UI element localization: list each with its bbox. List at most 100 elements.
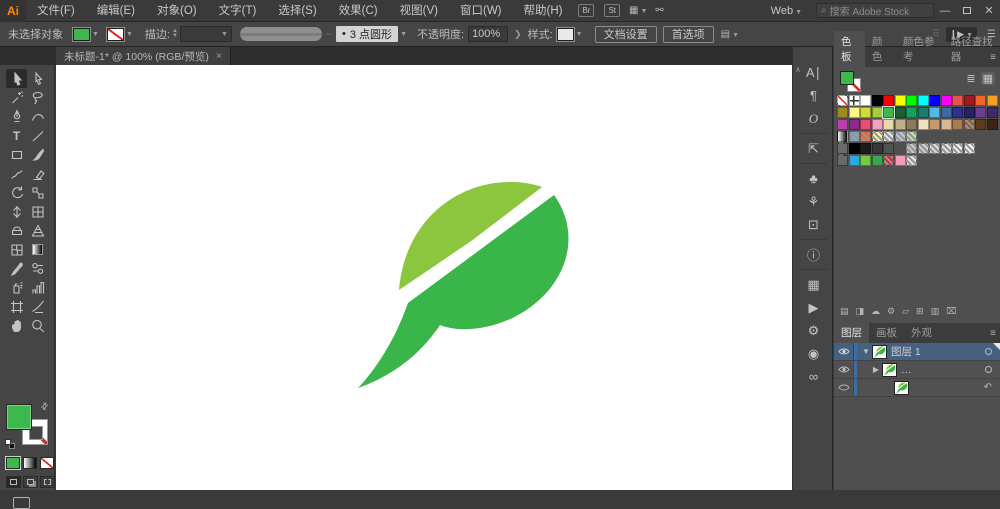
- swatch[interactable]: [906, 119, 917, 130]
- swap-fill-stroke-icon[interactable]: ⇄: [38, 400, 51, 413]
- draw-behind-button[interactable]: [23, 476, 38, 488]
- cc-libraries-panel-icon[interactable]: ◉: [793, 342, 834, 365]
- fill-indicator[interactable]: [6, 404, 32, 430]
- paintbrush-tool[interactable]: [27, 145, 48, 164]
- stroke-weight-field[interactable]: ▼: [179, 26, 232, 42]
- swatch-options-icon[interactable]: ⚙: [887, 306, 895, 317]
- pattern-swatch[interactable]: [906, 143, 917, 154]
- symbols-panel-icon[interactable]: ♣: [793, 167, 834, 190]
- swatch[interactable]: [917, 107, 929, 118]
- pattern-swatch[interactable]: [952, 143, 963, 154]
- swatch[interactable]: [848, 155, 860, 166]
- stroke-weight-stepper[interactable]: ▲ ▼: [172, 28, 178, 39]
- brush-definition-dropdown[interactable]: • 3 点圆形: [336, 26, 399, 42]
- menu-item-1[interactable]: 编辑(E): [86, 5, 146, 17]
- stock-search-input[interactable]: ⌕ 搜索 Adobe Stock: [816, 3, 934, 18]
- line-segment-tool[interactable]: [27, 126, 48, 145]
- pattern-swatch[interactable]: [917, 143, 929, 154]
- target-circle-icon[interactable]: [985, 348, 992, 355]
- path-name[interactable]: …: [901, 364, 912, 376]
- swatch[interactable]: [871, 143, 883, 154]
- pattern-swatch[interactable]: [894, 131, 906, 142]
- canvas-artboard[interactable]: [56, 65, 792, 490]
- pattern-swatch[interactable]: [963, 119, 975, 130]
- list-view-icon[interactable]: ≣: [966, 72, 975, 85]
- delete-swatch-icon[interactable]: ⌧: [946, 306, 956, 317]
- swatch[interactable]: [917, 95, 929, 106]
- swatch[interactable]: [860, 119, 871, 130]
- layer-row-3-partial[interactable]: ↶: [834, 379, 1000, 397]
- opacity-expand-icon[interactable]: ❯: [514, 29, 522, 40]
- close-button[interactable]: ✕: [978, 4, 1000, 17]
- swatch[interactable]: [929, 119, 940, 130]
- mesh-tool[interactable]: [6, 240, 27, 259]
- workspace-switcher[interactable]: Web ▼: [771, 5, 802, 17]
- menu-item-4[interactable]: 选择(S): [267, 5, 327, 17]
- release-clip-icon[interactable]: ↶: [984, 382, 992, 393]
- visibility-eye-icon[interactable]: [834, 361, 854, 378]
- column-graph-tool[interactable]: [27, 278, 48, 297]
- swatch[interactable]: [940, 95, 952, 106]
- swatch[interactable]: [986, 95, 998, 106]
- info-panel-icon[interactable]: ⓘ: [793, 243, 834, 266]
- target-circle-icon[interactable]: [985, 366, 992, 373]
- swatch[interactable]: [860, 107, 871, 118]
- tab-图层[interactable]: 图层: [834, 322, 869, 343]
- width-profile-dropdown[interactable]: [239, 27, 322, 41]
- swatch[interactable]: [848, 119, 860, 130]
- swatch[interactable]: [963, 107, 975, 118]
- perspective-grid-tool[interactable]: [27, 221, 48, 240]
- shape-builder-tool[interactable]: [6, 221, 27, 240]
- pattern-swatch[interactable]: [929, 143, 940, 154]
- swatch[interactable]: [975, 107, 986, 118]
- swatch[interactable]: [894, 107, 906, 118]
- pattern-swatch[interactable]: [906, 131, 917, 142]
- swatch[interactable]: [894, 95, 906, 106]
- pattern-swatch[interactable]: [883, 131, 894, 142]
- stroke-color-swatch[interactable]: [105, 26, 125, 42]
- tab-颜色[interactable]: 颜色: [865, 31, 896, 67]
- swatch[interactable]: [871, 107, 883, 118]
- color-group-folder[interactable]: [837, 154, 848, 166]
- swatch[interactable]: [871, 155, 883, 166]
- new-color-group-icon[interactable]: ▱: [902, 306, 909, 317]
- swatch[interactable]: [975, 119, 986, 130]
- fill-caret-icon[interactable]: ▼: [92, 31, 99, 38]
- gradient-button[interactable]: [23, 457, 37, 469]
- layer-row-1[interactable]: ▼ 图层 1: [834, 343, 1000, 361]
- restore-button[interactable]: [956, 5, 978, 17]
- blend-tool[interactable]: [27, 259, 48, 278]
- pattern-swatch[interactable]: [963, 143, 975, 154]
- draw-normal-button[interactable]: [6, 476, 21, 488]
- pattern-swatch[interactable]: [848, 131, 860, 142]
- visibility-eye-icon[interactable]: [834, 379, 854, 396]
- width-tool[interactable]: [6, 202, 27, 221]
- paragraph-panel-icon[interactable]: ¶: [793, 84, 834, 107]
- swatch[interactable]: [871, 95, 883, 106]
- zoom-tool[interactable]: [27, 316, 48, 335]
- graphic-styles-panel-icon[interactable]: ⚘: [793, 190, 834, 213]
- expand-chevron-icon[interactable]: ▼: [860, 347, 872, 356]
- color-group-folder[interactable]: [837, 142, 848, 154]
- slice-tool[interactable]: [27, 297, 48, 316]
- style-caret-icon[interactable]: ▼: [576, 31, 583, 38]
- type-tool[interactable]: T: [6, 126, 27, 145]
- stroke-caret-icon[interactable]: ▼: [126, 31, 133, 38]
- minimize-button[interactable]: —: [934, 5, 956, 17]
- show-swatch-kinds-icon[interactable]: ◨: [856, 306, 865, 317]
- swatch[interactable]: [906, 107, 917, 118]
- menu-item-0[interactable]: 文件(F): [26, 5, 86, 17]
- arrange-documents-icon[interactable]: ▦ ▼: [629, 5, 647, 16]
- shaper-tool[interactable]: [6, 164, 27, 183]
- eyedropper-tool[interactable]: [6, 259, 27, 278]
- swatch-none[interactable]: [837, 95, 848, 106]
- curvature-tool[interactable]: [27, 107, 48, 126]
- lasso-tool[interactable]: [27, 88, 48, 107]
- swatch[interactable]: [837, 119, 848, 130]
- bridge-button[interactable]: Br: [578, 4, 595, 17]
- document-tab[interactable]: 未标题-1* @ 100% (RGB/预览) ×: [56, 47, 231, 65]
- brush-caret-icon[interactable]: ▼: [400, 31, 407, 38]
- grid-view-icon[interactable]: ▦: [980, 72, 995, 85]
- pattern-swatch[interactable]: [871, 131, 883, 142]
- path-thumbnail[interactable]: [894, 380, 909, 395]
